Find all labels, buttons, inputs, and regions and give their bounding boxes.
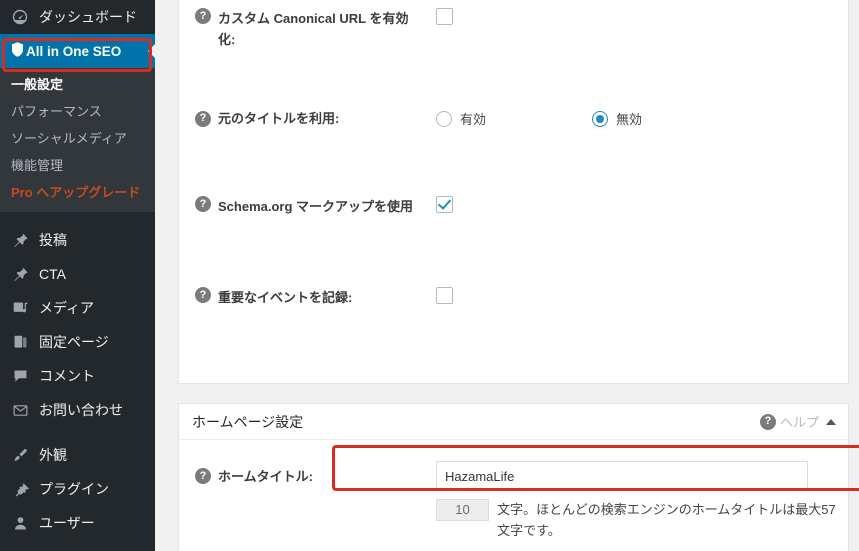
- pin-icon: [9, 264, 31, 284]
- setting-label-text: 元のタイトルを利用:: [218, 111, 340, 126]
- sidebar-item-media[interactable]: メディア: [0, 291, 155, 325]
- sidebar-item-label: メディア: [39, 300, 95, 316]
- submenu-item-performance[interactable]: パフォーマンス: [0, 98, 155, 125]
- setting-row-log-important-events: ? 重要なイベントを記録:: [179, 287, 848, 308]
- question-mark-icon[interactable]: ?: [195, 468, 211, 484]
- panel-title: ホームページ設定: [192, 413, 304, 430]
- sidebar-item-dashboard[interactable]: ダッシュボード: [0, 0, 155, 34]
- char-count-value: 10: [436, 499, 490, 521]
- page-icon: [9, 332, 31, 352]
- sidebar-item-contact[interactable]: お問い合わせ: [0, 393, 155, 427]
- setting-control: [419, 461, 808, 491]
- setting-control: 有効 無効: [419, 109, 642, 128]
- setting-label-text: 重要なイベントを記録:: [218, 290, 353, 305]
- setting-control: [419, 8, 453, 25]
- sidebar-item-comments[interactable]: コメント: [0, 359, 155, 393]
- aioseo-submenu: 一般設定 パフォーマンス ソーシャルメディア 機能管理 Pro へアップグレード: [0, 68, 155, 212]
- homepage-settings-panel: ホームページ設定 ? ヘルプ ? ホームタイトル: 10 文字。ほとんどの検索エ…: [178, 403, 849, 551]
- sidebar-item-pages[interactable]: 固定ページ: [0, 325, 155, 359]
- radio-button[interactable]: [592, 110, 609, 127]
- sidebar-item-label: ユーザー: [39, 515, 95, 531]
- sidebar-item-cta[interactable]: CTA: [0, 257, 155, 291]
- setting-label: ? カスタム Canonical URL を有効化:: [179, 8, 419, 50]
- question-mark-icon[interactable]: ?: [195, 8, 211, 24]
- help-label: ヘルプ: [779, 415, 819, 430]
- sidebar-item-appearance[interactable]: 外観: [0, 438, 155, 472]
- sidebar-item-all-in-one-seo[interactable]: All in One SEO: [0, 34, 155, 68]
- sidebar-divider-1: [0, 212, 155, 223]
- paintbrush-icon: [9, 445, 31, 465]
- shield-icon: [9, 41, 26, 61]
- media-icon: [9, 298, 31, 318]
- admin-sidebar: ダッシュボード All in One SEO 一般設定 パフォーマンス ソーシャ…: [0, 0, 155, 551]
- sidebar-item-plugins[interactable]: プラグイン: [0, 472, 155, 506]
- setting-control: [419, 287, 453, 304]
- checkbox-custom-canonical-url[interactable]: [436, 8, 453, 25]
- radio-group-use-original-title: 有効 無効: [436, 109, 642, 128]
- radio-label: 無効: [616, 112, 643, 127]
- radio-button[interactable]: [436, 110, 452, 127]
- radio-label: 有効: [460, 112, 487, 127]
- help-link[interactable]: ? ヘルプ: [759, 412, 819, 431]
- sidebar-item-label: 投稿: [39, 232, 67, 248]
- triangle-up-icon[interactable]: [826, 418, 836, 425]
- dashboard-gauge-icon: [9, 7, 31, 27]
- sidebar-item-label: All in One SEO: [26, 43, 122, 59]
- active-menu-arrow-icon: [148, 43, 155, 59]
- radio-option-enabled[interactable]: 有効: [436, 109, 486, 128]
- setting-label-text: カスタム Canonical URL を有効化:: [218, 11, 409, 47]
- sidebar-item-label: お問い合わせ: [39, 402, 123, 418]
- setting-control: [419, 196, 453, 213]
- sidebar-item-label: CTA: [39, 266, 66, 282]
- question-mark-icon[interactable]: ?: [195, 110, 211, 127]
- question-mark-icon: ?: [759, 413, 776, 430]
- setting-row-schema-markup: ? Schema.org マークアップを使用: [179, 196, 848, 217]
- setting-label: ? ホームタイトル:: [179, 466, 419, 487]
- plug-icon: [9, 479, 31, 499]
- setting-label-text: ホームタイトル:: [218, 468, 313, 484]
- char-count-description: 文字。ほとんどの検索エンジンのホームタイトルは最大57文字です。: [497, 502, 836, 538]
- sidebar-divider-2: [0, 427, 155, 438]
- setting-label-text: Schema.org マークアップを使用: [218, 199, 414, 214]
- setting-label: ? 元のタイトルを利用:: [179, 108, 419, 129]
- setting-label: ? Schema.org マークアップを使用: [179, 196, 419, 217]
- general-settings-panel: ? カスタム Canonical URL を有効化: ? 元のタイトルを利用: …: [178, 0, 849, 384]
- radio-option-disabled[interactable]: 無効: [592, 109, 642, 128]
- homepage-settings-header: ホームページ設定 ? ヘルプ: [179, 404, 848, 440]
- pin-icon: [9, 230, 31, 250]
- checkbox-log-important-events[interactable]: [436, 287, 453, 304]
- question-mark-icon[interactable]: ?: [195, 196, 211, 212]
- user-icon: [9, 513, 31, 533]
- submenu-item-social-media[interactable]: ソーシャルメディア: [0, 125, 155, 152]
- sidebar-item-label: コメント: [39, 368, 95, 384]
- main-content-area: ? カスタム Canonical URL を有効化: ? 元のタイトルを利用: …: [155, 0, 859, 551]
- sidebar-item-posts[interactable]: 投稿: [0, 223, 155, 257]
- right-gutter: [849, 0, 859, 551]
- submenu-item-upgrade-to-pro[interactable]: Pro へアップグレード: [0, 179, 155, 206]
- sidebar-item-label: ダッシュボード: [39, 9, 137, 25]
- checkbox-schema-markup[interactable]: [436, 196, 453, 213]
- submenu-item-general-settings[interactable]: 一般設定: [0, 71, 155, 98]
- question-mark-icon[interactable]: ?: [195, 287, 211, 303]
- comment-bubble-icon: [9, 366, 31, 386]
- sidebar-item-label: 固定ページ: [39, 334, 109, 350]
- home-title-char-counter-row: 10 文字。ほとんどの検索エンジンのホームタイトルは最大57文字です。: [436, 499, 836, 541]
- sidebar-item-label: プラグイン: [39, 481, 109, 497]
- setting-row-home-title: ? ホームタイトル:: [179, 461, 848, 491]
- envelope-icon: [9, 400, 31, 420]
- submenu-item-feature-manager[interactable]: 機能管理: [0, 152, 155, 179]
- home-title-input[interactable]: [436, 461, 808, 491]
- sidebar-item-users[interactable]: ユーザー: [0, 506, 155, 540]
- setting-row-use-original-title: ? 元のタイトルを利用: 有効 無効: [179, 108, 848, 129]
- setting-label: ? 重要なイベントを記録:: [179, 287, 419, 308]
- sidebar-item-label: 外観: [39, 447, 67, 463]
- setting-row-custom-canonical-url: ? カスタム Canonical URL を有効化:: [179, 8, 848, 50]
